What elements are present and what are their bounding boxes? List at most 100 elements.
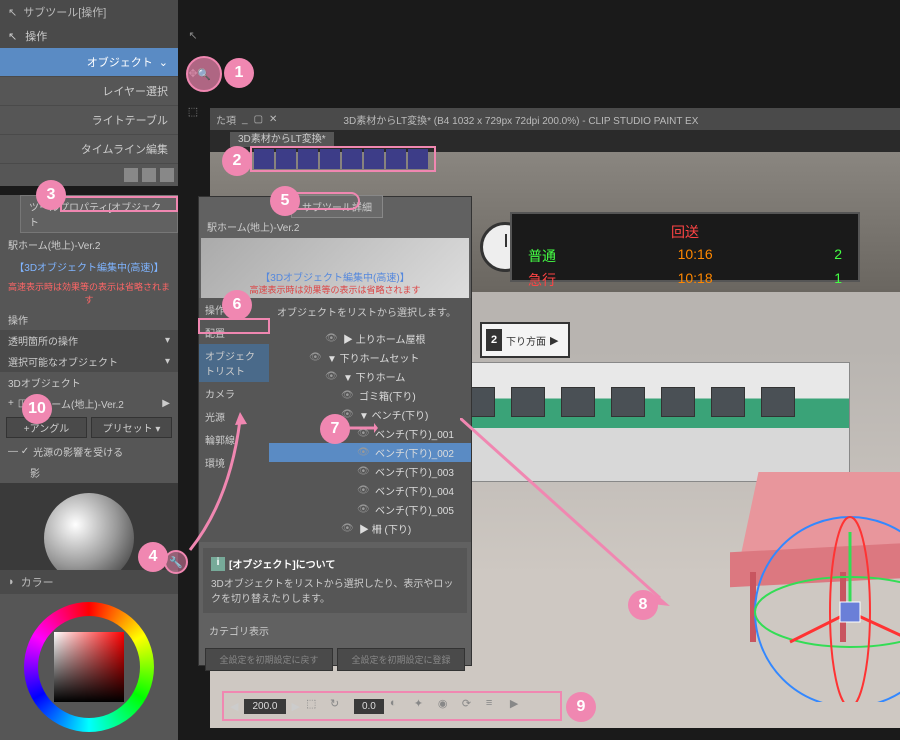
- manip-rotate-icon[interactable]: [276, 149, 296, 169]
- manip-icon-4[interactable]: [320, 149, 340, 169]
- selected-bench[interactable]: [730, 472, 900, 642]
- detail-preview: 【3Dオブジェクト編集中(高速)】 高速表示時は効果等の表示は省略されます: [201, 238, 469, 298]
- subtool-panel-tab[interactable]: ↖ サブツール[操作]: [0, 0, 178, 24]
- subtool-bottom-icons: [0, 164, 178, 186]
- manipulator-toolbar: [250, 146, 436, 172]
- callout-10: 10: [22, 394, 52, 424]
- trash-icon[interactable]: [160, 168, 174, 182]
- manip-move-icon[interactable]: [254, 149, 274, 169]
- toolbar-icon-b[interactable]: ✦: [414, 697, 432, 715]
- manip-scale-icon[interactable]: [298, 149, 318, 169]
- nav-left-icon[interactable]: ◀: [230, 700, 238, 713]
- toolbar-icon-d[interactable]: ⟳: [462, 697, 480, 715]
- tp-operation: 操作: [0, 309, 178, 330]
- visibility-icon[interactable]: 👁: [357, 485, 371, 496]
- visibility-icon[interactable]: 👁: [357, 504, 371, 515]
- canvas-titlebar: た項 _ ▢ ✕ 3D素材からLT変換* (B4 1032 x 729px 72…: [210, 108, 900, 130]
- tree-item[interactable]: 👁 ベンチ(下り)_005: [269, 500, 471, 519]
- visibility-icon[interactable]: 👁: [341, 390, 355, 401]
- rotation-value[interactable]: 0.0: [354, 699, 384, 714]
- color-wheel[interactable]: [24, 602, 154, 732]
- visibility-icon[interactable]: 👁: [357, 466, 371, 477]
- canvas-document-tab[interactable]: 3D素材からLT変換*: [230, 132, 334, 147]
- color-panel: ◗ カラー: [0, 570, 178, 740]
- manip-icon-8[interactable]: [408, 149, 428, 169]
- tree-item[interactable]: 👁 ベンチ(下り)_003: [269, 462, 471, 481]
- window-min-icon[interactable]: _: [242, 114, 248, 125]
- register-all-button[interactable]: 全設定を初期設定に登録: [337, 648, 465, 671]
- cursor-icon: ↖: [8, 30, 17, 43]
- cat-environment[interactable]: 環境: [199, 451, 269, 474]
- subtool-light-table[interactable]: ライトテーブル: [0, 106, 178, 135]
- color-tab[interactable]: ◗ カラー: [0, 570, 178, 594]
- detail-description: オブジェクトをリストから選択します。: [269, 298, 471, 325]
- visibility-icon[interactable]: 👁: [309, 352, 323, 363]
- highlight-6: [198, 318, 270, 334]
- tree-item[interactable]: 👁▼ ベンチ(下り): [269, 405, 471, 424]
- tp-warning: 高速表示時は効果等の表示は省略されます: [0, 277, 178, 309]
- nav-right-icon[interactable]: ▶: [292, 700, 300, 713]
- callout-4: 4: [138, 542, 168, 572]
- visibility-icon[interactable]: 👁: [325, 371, 339, 382]
- detail-category-list: 操作 配置 オブジェクトリスト カメラ 光源 輪郭線 環境: [199, 298, 269, 542]
- cursor-icon: ↖: [8, 6, 17, 19]
- subtool-layer-select[interactable]: レイヤー選択: [0, 77, 178, 106]
- tp-shadow[interactable]: 影: [0, 462, 178, 483]
- cat-light[interactable]: 光源: [199, 405, 269, 428]
- highlight-3: [60, 196, 178, 212]
- cat-outline[interactable]: 輪郭線: [199, 428, 269, 451]
- magnify-zoom[interactable]: 🔍: [186, 56, 222, 92]
- tp-mode: 【3Dオブジェクト編集中(高速)】: [0, 256, 178, 277]
- tp-preset[interactable]: プリセット ▾: [91, 417, 172, 438]
- add-icon[interactable]: [124, 168, 138, 182]
- tp-light-affect[interactable]: — ✓ 光源の影響を受ける: [0, 441, 178, 462]
- copy-icon[interactable]: [142, 168, 156, 182]
- callout-2: 2: [222, 146, 252, 176]
- tree-item[interactable]: 👁▶ 上りホーム屋根: [269, 329, 471, 348]
- visibility-icon[interactable]: 👁: [325, 333, 339, 344]
- toolbar-icon-c[interactable]: ◉: [438, 697, 456, 715]
- subtool-timeline[interactable]: タイムライン編集: [0, 135, 178, 164]
- rotate-icon[interactable]: ↻: [330, 697, 348, 715]
- detail-info-box: i[オブジェクト]について 3Dオブジェクトをリストから選択したり、表示やロック…: [203, 548, 467, 613]
- visibility-icon[interactable]: 👁: [341, 523, 355, 534]
- toolbar-icon-f[interactable]: ▶: [510, 697, 528, 715]
- tp-title: 駅ホーム(地上)-Ver.2: [0, 233, 178, 256]
- tree-item[interactable]: 👁 ベンチ(下り)_004: [269, 481, 471, 500]
- callout-9: 9: [566, 692, 596, 722]
- window-close-icon[interactable]: ✕: [269, 114, 277, 125]
- tool-icon-1[interactable]: ↖: [184, 26, 202, 44]
- tree-item[interactable]: 👁 ゴミ箱(下り): [269, 386, 471, 405]
- bottom-toolbar: ◀ 200.0 ▶ ⬚ ↻ 0.0 ◐ ✦ ◉ ⟳ ≡ ▶: [222, 691, 562, 721]
- tree-item[interactable]: 👁 ベンチ(下り)_002: [269, 443, 471, 462]
- visibility-icon[interactable]: 👁: [357, 447, 371, 458]
- tp-selectable-obj[interactable]: 選択可能なオブジェクト▾: [0, 351, 178, 372]
- fit-icon[interactable]: ⬚: [306, 697, 324, 715]
- tree-item[interactable]: 👁▶ 柵 (下り): [269, 519, 471, 538]
- callout-7: 7: [320, 414, 350, 444]
- magnify-icon: 🔍: [197, 68, 211, 81]
- object-tree: 👁▶ 上りホーム屋根👁▼ 下りホームセット👁▼ 下りホーム👁 ゴミ箱(下り)👁▼…: [269, 325, 471, 542]
- manip-icon-5[interactable]: [342, 149, 362, 169]
- manip-icon-7[interactable]: [386, 149, 406, 169]
- tool-icon-3[interactable]: ⬚: [184, 102, 202, 120]
- tree-item[interactable]: 👁▼ 下りホームセット: [269, 348, 471, 367]
- tree-item[interactable]: 👁 ベンチ(下り)_001: [269, 424, 471, 443]
- tree-item[interactable]: 👁▼ 下りホーム: [269, 367, 471, 386]
- subtool-object[interactable]: オブジェクト⌄: [0, 48, 178, 77]
- tp-transparent-op[interactable]: 透明箇所の操作▾: [0, 330, 178, 351]
- callout-8: 8: [628, 590, 658, 620]
- toolbar-icon-a[interactable]: ◐: [390, 697, 408, 715]
- zoom-value[interactable]: 200.0: [244, 699, 285, 714]
- toolbar-icon-e[interactable]: ≡: [486, 697, 504, 715]
- dropdown-icon: ⌄: [159, 56, 168, 69]
- manip-icon-6[interactable]: [364, 149, 384, 169]
- cat-object-list[interactable]: オブジェクトリスト: [199, 344, 269, 382]
- subtool-header[interactable]: ↖ 操作: [0, 24, 178, 48]
- platform-sign: 2 下り方面 ▶: [480, 322, 570, 358]
- reset-all-button[interactable]: 全設定を初期設定に戻す: [205, 648, 333, 671]
- cat-camera[interactable]: カメラ: [199, 382, 269, 405]
- visibility-icon[interactable]: 👁: [357, 428, 371, 439]
- category-show-toggle[interactable]: カテゴリ表示: [199, 619, 471, 642]
- window-max-icon[interactable]: ▢: [254, 114, 263, 125]
